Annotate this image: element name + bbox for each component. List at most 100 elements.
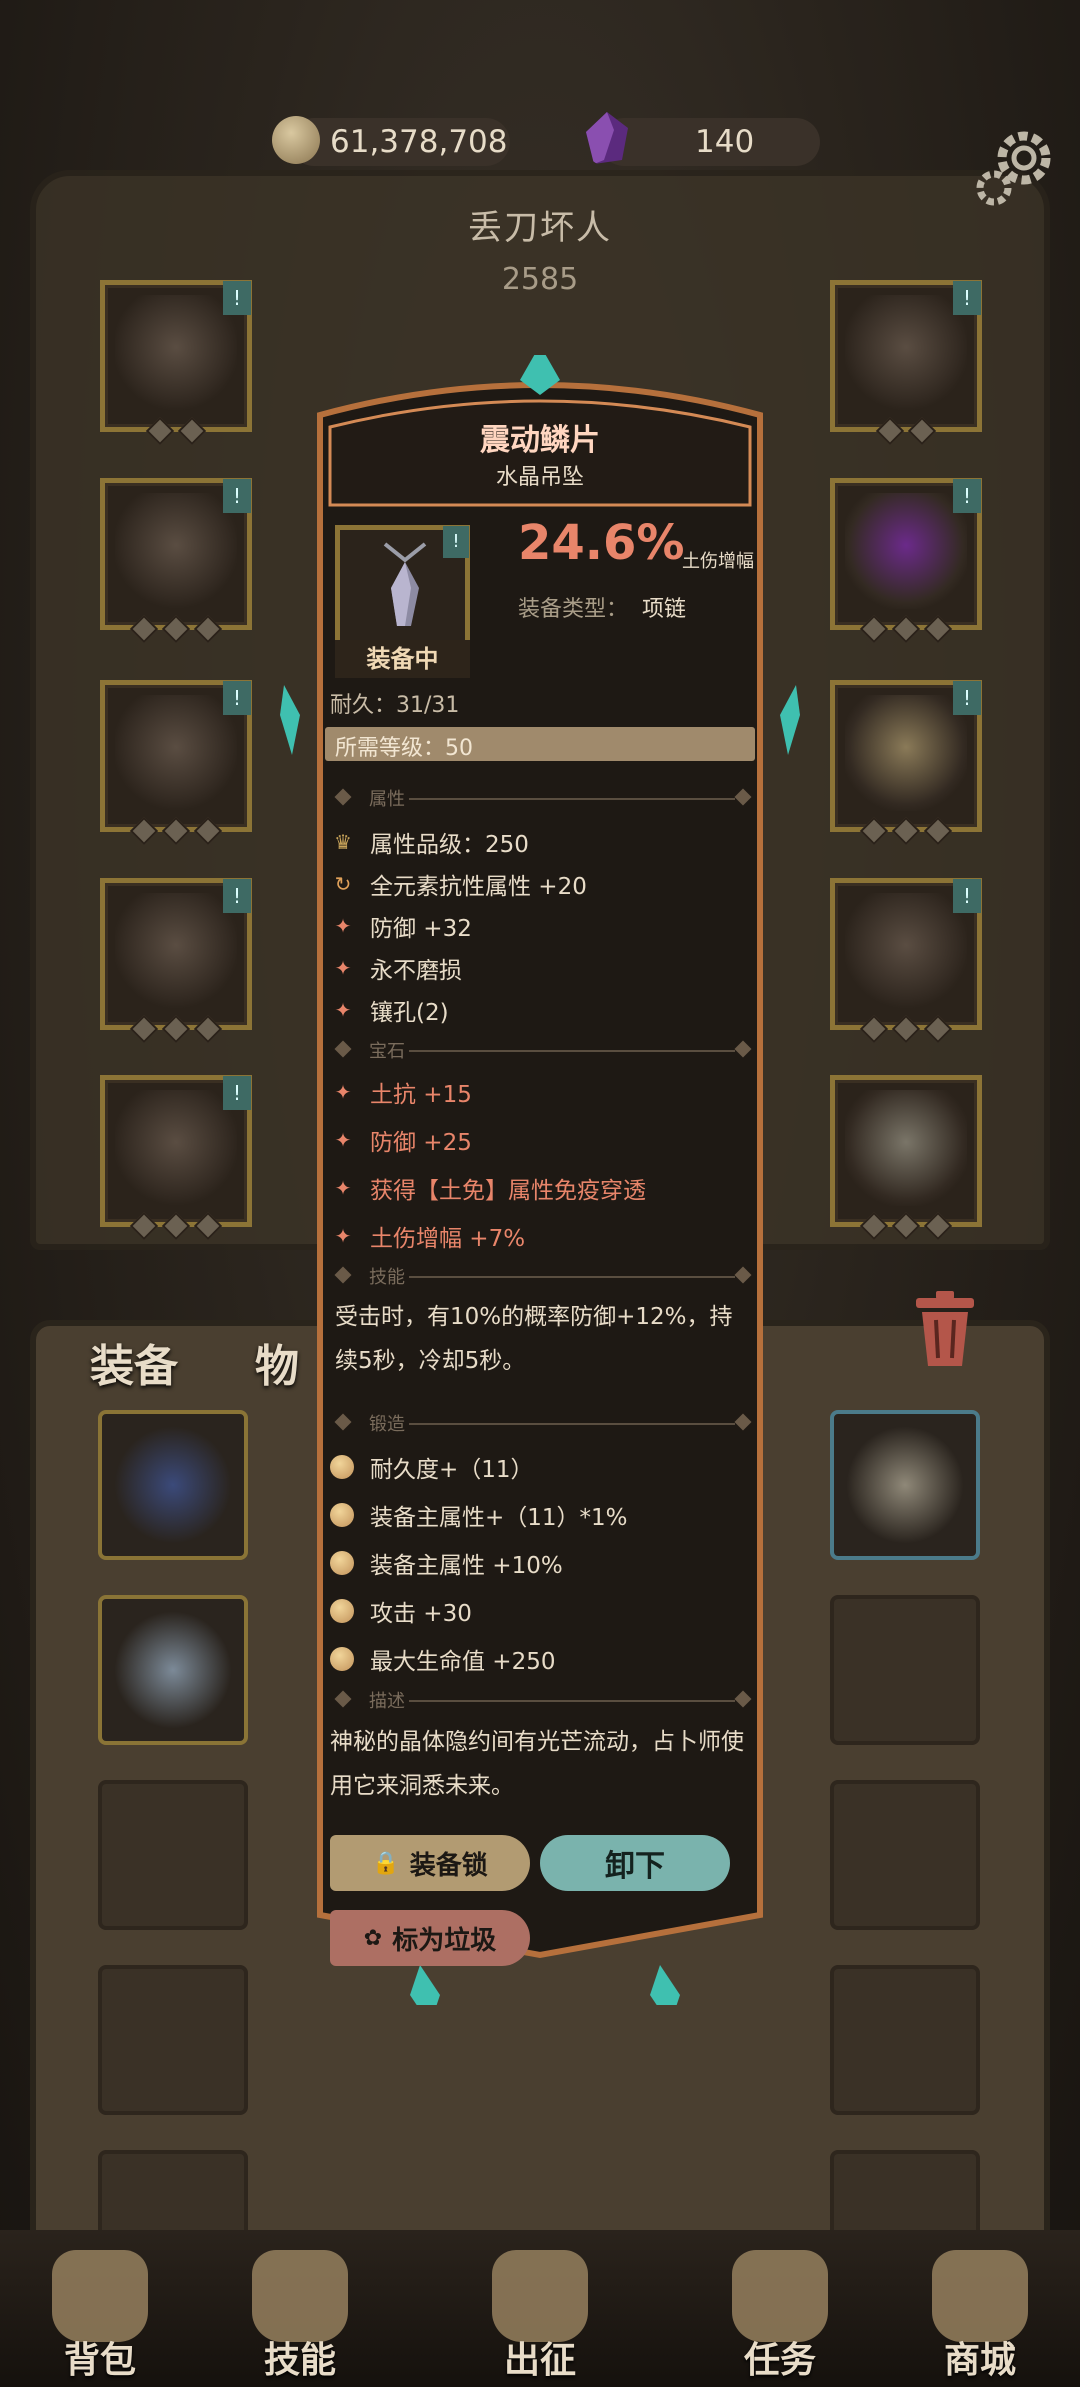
inventory-slot[interactable] [98,1595,248,1745]
chest-armor-icon [114,1426,232,1544]
forge-row: 攻击 +30 [330,1596,472,1627]
upgrade-flag-icon: ! [953,479,981,513]
gold-value: 61,378,708 [330,124,508,160]
gem-sparkle-icon: ✦ [334,1080,352,1104]
upgrade-flag-icon: ! [223,879,251,913]
unequip-button[interactable]: 卸下 [540,1835,730,1891]
nav-quests[interactable]: 任务 [680,2230,880,2387]
axe-icon [114,1611,232,1729]
equip-slot-ring[interactable]: ! [830,680,982,846]
inventory-slot[interactable] [98,1410,248,1560]
skull-charm-icon [845,1090,967,1206]
mark-junk-button[interactable]: ✿ 标为垃圾 [330,1910,530,1966]
backpack-icon [52,2250,148,2342]
upgrade-flag-icon: ! [223,479,251,513]
junk-bag-icon: ✿ [363,1925,383,1951]
spiked-club-icon [845,893,967,1009]
upgrade-flag-icon: ! [223,681,251,715]
nav-backpack[interactable]: 背包 [0,2230,200,2387]
attribute-row: ✦ 永不磨损 [330,953,462,984]
forge-orb-icon [330,1647,354,1671]
upgrade-flag-icon: ! [953,681,981,715]
nav-expedition[interactable]: 出征 [440,2230,640,2387]
pendant-icon [845,295,967,411]
sparkle-icon: ✦ [334,956,352,980]
skill-text: 受击时，有10%的概率防御+12%，持续5秒，冷却5秒。 [335,1304,733,1374]
scroll-icon [732,2250,828,2342]
forge-row: 耐久度+（11） [330,1452,534,1483]
section-attributes: 属性 [325,785,755,813]
upgrade-flag-icon: ! [953,281,981,315]
player-name: 丢刀坏人 [468,208,612,248]
nav-shop[interactable]: 商城 [880,2230,1080,2387]
equip-slot-helmet[interactable]: ! [100,280,252,446]
purple-crystal-icon [586,112,628,164]
tab-equipment[interactable]: 装备 [90,1330,178,1394]
inventory-slot[interactable] [830,1780,980,1930]
trash-can-icon[interactable] [910,1290,980,1370]
forge-orb-icon [330,1455,354,1479]
inventory-slot[interactable] [98,1965,248,2115]
attribute-row: ✦ 防御 +32 [330,911,472,942]
forge-orb-icon [330,1551,354,1575]
equip-slot-armor[interactable]: ! [100,478,252,644]
main-stat-value: 24.6% [518,515,685,571]
attribute-row: ♛ 属性品级：250 [330,827,529,858]
boots-icon [115,1090,237,1206]
equip-slot-pants[interactable]: ! [100,878,252,1044]
equip-slot-trinket[interactable] [830,1075,982,1241]
sparkle-icon: ✦ [334,998,352,1022]
gold-counter: 61,378,708 [290,118,510,166]
equip-slot-offhand[interactable]: ! [830,478,982,644]
crystal-pendant-icon [383,542,427,626]
upgrade-flag-icon: ! [953,879,981,913]
inventory-slot[interactable] [830,1410,980,1560]
crystal-counter: 140 [600,118,820,166]
section-skills: 技能 [325,1263,755,1291]
equip-slot-gloves[interactable]: ! [100,680,252,846]
inventory-slot[interactable] [98,1780,248,1930]
upgrade-flag-icon: ! [223,281,251,315]
forge-orb-icon [330,1503,354,1527]
inventory-slot[interactable] [830,1965,980,2115]
item-tooltip: 震动鳞片 水晶吊坠 ! 装备中 24.6% 土伤增幅 装备类型： 项链 耐久：3… [280,355,800,2005]
forge-row: 最大生命值 +250 [330,1644,555,1675]
crystal-value: 140 [695,124,755,160]
pants-icon [115,893,237,1009]
sparkle-icon: ✦ [334,914,352,938]
nav-skills[interactable]: 技能 [200,2230,400,2387]
gem-row: ✦ 防御 +25 [330,1125,472,1156]
equip-slot-weapon[interactable]: ! [830,878,982,1044]
skill-book-icon [252,2250,348,2342]
gem-sparkle-icon: ✦ [334,1176,352,1200]
equipment-lock-button[interactable]: 🔒 装备锁 [330,1835,530,1891]
lock-icon: 🔒 [372,1850,400,1876]
shop-crown-icon [932,2250,1028,2342]
attribute-row: ↻ 全元素抗性属性 +20 [330,869,587,900]
helmet-icon [115,295,237,411]
gem-row: ✦ 获得【土免】属性免疫穿透 [330,1173,646,1204]
purple-shield-icon [845,493,967,609]
gem-sparkle-icon: ✦ [334,1224,352,1248]
ring-icon [845,695,967,811]
equip-slot-boots[interactable]: ! [100,1075,252,1241]
inventory-slot[interactable] [830,1595,980,1745]
equip-slot-necklace[interactable]: ! [830,280,982,446]
required-level-bar: 所需等级：50 [325,727,755,761]
armor-icon [115,493,237,609]
upgrade-flag-icon: ! [223,1076,251,1110]
gem-sparkle-icon: ✦ [334,1128,352,1152]
equip-type-label: 装备类型： [518,597,629,622]
equipped-label: 装备中 [335,640,470,678]
forge-row: 装备主属性+（11）*1% [330,1500,628,1531]
gem-row: ✦ 土伤增幅 +7% [330,1221,525,1252]
forge-row: 装备主属性 +10% [330,1548,563,1579]
sword-map-icon [492,2250,588,2342]
description-text: 神秘的晶体隐约间有光芒流动，占卜师使用它来洞悉未来。 [330,1729,744,1799]
cycle-icon: ↻ [334,872,352,896]
equip-type-value: 项链 [642,597,687,622]
helmet-icon [846,1426,964,1544]
upgrade-flag-icon: ! [443,526,469,558]
crown-icon: ♛ [334,830,352,854]
durability: 耐久：31/31 [330,693,460,718]
